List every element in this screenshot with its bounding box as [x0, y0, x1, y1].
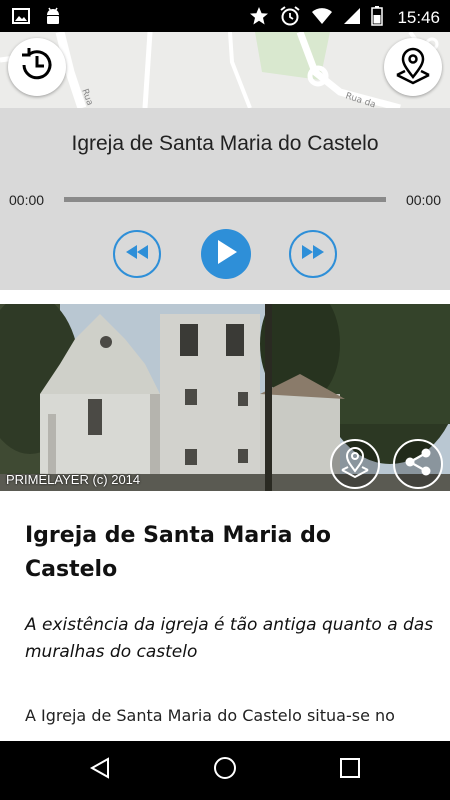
back-triangle-icon: [88, 756, 112, 784]
church-photo: PRIMELAYER (c) 2014: [0, 304, 450, 491]
fast-forward-icon: [300, 244, 326, 264]
map-view[interactable]: Rua da Gra Rua da: [0, 32, 450, 108]
map-pin-icon: [339, 445, 371, 483]
navigation-bar: [0, 741, 450, 800]
recents-square-icon: [339, 757, 361, 783]
article-subtitle: A existência da igreja é tão antiga quan…: [25, 615, 434, 662]
player-title: Igreja de Santa Maria do Castelo: [71, 132, 379, 155]
divider: [0, 290, 450, 304]
show-on-map-button[interactable]: [330, 439, 380, 489]
share-icon: [403, 447, 433, 481]
battery-icon: [371, 6, 384, 30]
home-button[interactable]: [210, 755, 240, 785]
article: Igreja de Santa Maria do Castelo A exist…: [0, 491, 450, 741]
play-icon: [213, 238, 239, 270]
progress-bar[interactable]: [64, 197, 386, 202]
share-button[interactable]: [393, 439, 443, 489]
status-left-icons: [12, 6, 62, 30]
wifi-icon: [311, 7, 333, 29]
fast-forward-button[interactable]: [289, 230, 337, 278]
recents-button[interactable]: [335, 755, 365, 785]
history-clock-icon: [17, 45, 57, 89]
church-scene: [0, 304, 450, 491]
home-circle-icon: [212, 755, 238, 785]
elapsed-time: 00:00: [9, 192, 45, 208]
photo-credit: PRIMELAYER (c) 2014: [6, 472, 141, 487]
status-time: 15:46: [397, 8, 440, 27]
map-background: Rua da Gra Rua da: [0, 32, 450, 108]
audio-player: Igreja de Santa Maria do Castelo 00:00 0…: [0, 108, 450, 290]
play-button[interactable]: [201, 229, 251, 279]
alarm-icon: [279, 5, 301, 31]
duration-time: 00:00: [405, 192, 441, 208]
back-button[interactable]: [85, 755, 115, 785]
status-bar: 15:46: [0, 0, 450, 32]
status-right-icons: 15:46: [249, 5, 440, 31]
rewind-icon: [124, 244, 150, 264]
article-body: A Igreja de Santa Maria do Castelo situa…: [25, 706, 395, 725]
android-icon: [44, 6, 62, 30]
article-title: Igreja de Santa Maria do Castelo: [25, 523, 331, 582]
signal-icon: [343, 7, 361, 29]
image-icon: [12, 8, 30, 28]
rewind-button[interactable]: [113, 230, 161, 278]
history-button[interactable]: [8, 38, 66, 96]
map-pin-icon: [393, 45, 433, 89]
map-locate-button[interactable]: [384, 38, 442, 96]
star-icon: [249, 6, 269, 30]
